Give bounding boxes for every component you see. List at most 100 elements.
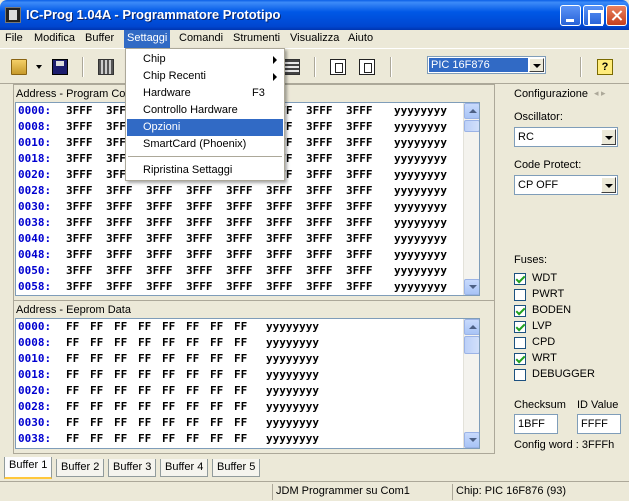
program-word[interactable]: 3FFF: [346, 215, 373, 231]
eeprom-byte[interactable]: FF: [90, 399, 103, 415]
tab-buffer-1[interactable]: Buffer 1: [4, 457, 53, 479]
program-word[interactable]: 3FFF: [306, 103, 333, 119]
close-button[interactable]: [606, 5, 627, 26]
menu-item-chip[interactable]: Chip: [127, 51, 283, 68]
program-word[interactable]: 3FFF: [186, 183, 213, 199]
program-word[interactable]: 3FFF: [346, 103, 373, 119]
program-word[interactable]: 3FFF: [226, 183, 253, 199]
eeprom-byte[interactable]: FF: [66, 351, 79, 367]
eeprom-byte[interactable]: FF: [66, 319, 79, 335]
eeprom-byte[interactable]: FF: [210, 319, 223, 335]
eeprom-byte[interactable]: FF: [66, 399, 79, 415]
eeprom-byte[interactable]: FF: [138, 383, 151, 399]
program-word[interactable]: 3FFF: [346, 135, 373, 151]
eeprom-byte[interactable]: FF: [138, 415, 151, 431]
program-word[interactable]: 3FFF: [146, 183, 173, 199]
fuse-checkbox[interactable]: [514, 289, 526, 301]
program-word[interactable]: 3FFF: [106, 247, 133, 263]
eeprom-byte[interactable]: FF: [162, 399, 175, 415]
eeprom-byte[interactable]: FF: [162, 431, 175, 447]
program-word[interactable]: 3FFF: [346, 199, 373, 215]
eeprom-byte[interactable]: FF: [162, 319, 175, 335]
program-word[interactable]: 3FFF: [266, 279, 293, 295]
program-word[interactable]: 3FFF: [226, 279, 253, 295]
oscillator-select[interactable]: RC: [514, 127, 618, 147]
eeprom-byte[interactable]: FF: [162, 383, 175, 399]
eeprom-byte[interactable]: FF: [186, 399, 199, 415]
eeprom-byte[interactable]: FF: [234, 335, 247, 351]
eeprom-byte[interactable]: FF: [90, 319, 103, 335]
eeprom-byte[interactable]: FF: [162, 335, 175, 351]
program-word[interactable]: 3FFF: [146, 231, 173, 247]
eeprom-byte[interactable]: FF: [138, 399, 151, 415]
program-code-scrollbar[interactable]: [463, 103, 479, 295]
save-disk-icon[interactable]: [52, 59, 68, 75]
chevron-down-icon[interactable]: [601, 129, 616, 145]
program-word[interactable]: 3FFF: [186, 247, 213, 263]
program-word[interactable]: 3FFF: [306, 151, 333, 167]
program-word[interactable]: 3FFF: [346, 247, 373, 263]
eeprom-byte[interactable]: FF: [186, 367, 199, 383]
fuse-checkbox[interactable]: [514, 337, 526, 349]
menu-item-ripristina-settaggi[interactable]: Ripristina Settaggi: [127, 162, 283, 179]
eeprom-byte[interactable]: FF: [138, 431, 151, 447]
app-icon[interactable]: [5, 7, 21, 23]
scroll-thumb[interactable]: [464, 336, 479, 354]
menu-settaggi[interactable]: Settaggi: [124, 30, 171, 48]
menu-comandi[interactable]: Comandi: [176, 30, 226, 48]
eeprom-byte[interactable]: FF: [66, 367, 79, 383]
program-word[interactable]: 3FFF: [306, 167, 333, 183]
open-folder-icon[interactable]: [11, 59, 27, 75]
fuse-checkbox[interactable]: [514, 273, 526, 285]
program-word[interactable]: 3FFF: [66, 151, 93, 167]
eeprom-byte[interactable]: FF: [186, 335, 199, 351]
title-bar[interactable]: IC-Prog 1.04A - Programmatore Prototipo: [0, 0, 629, 30]
scroll-thumb[interactable]: [464, 120, 479, 132]
program-word[interactable]: 3FFF: [106, 231, 133, 247]
program-word[interactable]: 3FFF: [106, 183, 133, 199]
fuse-checkbox[interactable]: [514, 369, 526, 381]
eeprom-byte[interactable]: FF: [234, 383, 247, 399]
menu-modifica[interactable]: Modifica: [31, 30, 78, 48]
buffer-1-icon[interactable]: [330, 59, 346, 75]
program-word[interactable]: 3FFF: [306, 263, 333, 279]
eeprom-byte[interactable]: FF: [138, 367, 151, 383]
tab-buffer-4[interactable]: Buffer 4: [160, 459, 209, 477]
program-word[interactable]: 3FFF: [346, 167, 373, 183]
program-word[interactable]: 3FFF: [66, 231, 93, 247]
program-word[interactable]: 3FFF: [66, 119, 93, 135]
program-word[interactable]: 3FFF: [346, 183, 373, 199]
eeprom-byte[interactable]: FF: [210, 367, 223, 383]
program-word[interactable]: 3FFF: [226, 215, 253, 231]
eeprom-byte[interactable]: FF: [66, 335, 79, 351]
program-word[interactable]: 3FFF: [66, 103, 93, 119]
menu-visualizza[interactable]: Visualizza: [287, 30, 342, 48]
pane-nav-arrows-icon[interactable]: ◂ ▸: [594, 88, 606, 99]
chip-select[interactable]: PIC 16F876: [427, 56, 546, 74]
eeprom-grid[interactable]: 0038: FF FF FF FF FF FF FF FF yyyyyyyy 0030: FF FF FF…: [15, 318, 480, 449]
menu-buffer[interactable]: Buffer: [82, 30, 117, 48]
help-icon[interactable]: ?: [597, 59, 613, 75]
menu-strumenti[interactable]: Strumenti: [230, 30, 283, 48]
eeprom-byte[interactable]: FF: [90, 367, 103, 383]
eeprom-byte[interactable]: FF: [114, 415, 127, 431]
program-word[interactable]: 3FFF: [226, 199, 253, 215]
program-word[interactable]: 3FFF: [306, 247, 333, 263]
program-word[interactable]: 3FFF: [306, 199, 333, 215]
eeprom-byte[interactable]: FF: [138, 351, 151, 367]
scroll-up-icon[interactable]: [464, 319, 479, 335]
program-word[interactable]: 3FFF: [266, 231, 293, 247]
eeprom-byte[interactable]: FF: [90, 383, 103, 399]
menu-file[interactable]: File: [2, 30, 26, 48]
program-word[interactable]: 3FFF: [66, 279, 93, 295]
eeprom-byte[interactable]: FF: [234, 399, 247, 415]
program-word[interactable]: 3FFF: [186, 215, 213, 231]
maximize-button[interactable]: [583, 5, 604, 26]
program-word[interactable]: 3FFF: [106, 263, 133, 279]
eeprom-byte[interactable]: FF: [186, 431, 199, 447]
program-word[interactable]: 3FFF: [266, 183, 293, 199]
program-word[interactable]: 3FFF: [106, 199, 133, 215]
menu-item-smartcard-phoenix[interactable]: SmartCard (Phoenix): [127, 136, 283, 153]
eeprom-byte[interactable]: FF: [186, 415, 199, 431]
tab-buffer-5[interactable]: Buffer 5: [212, 459, 261, 477]
